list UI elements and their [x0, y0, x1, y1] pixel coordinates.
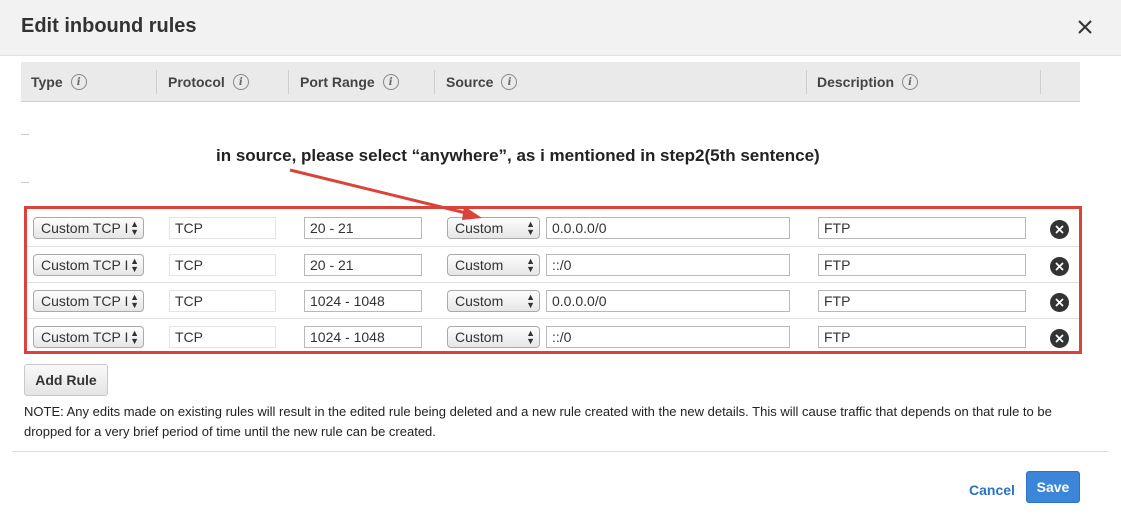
column-header-label: Protocol — [168, 74, 225, 90]
protocol-field: TCP — [169, 254, 276, 276]
column-divider — [806, 70, 807, 94]
source-cidr-input[interactable]: ::/0 — [546, 326, 790, 348]
column-header-description: Description i — [817, 62, 919, 102]
select-arrows-icon: ▲ ▼ — [526, 256, 535, 274]
type-select-value: Custom TCP I — [41, 329, 129, 345]
add-rule-button[interactable]: Add Rule — [24, 364, 108, 396]
column-header-label: Source — [446, 74, 494, 90]
source-cidr-input[interactable]: 0.0.0.0/0 — [546, 217, 790, 239]
type-select[interactable]: Custom TCP I ▲ ▼ — [33, 326, 144, 348]
info-icon[interactable]: i — [382, 74, 399, 90]
select-arrows-icon: ▲ ▼ — [130, 328, 139, 346]
footer-divider — [12, 451, 1109, 452]
source-type-select-value: Custom — [455, 329, 504, 345]
column-divider — [1040, 70, 1041, 94]
select-arrows-icon: ▲ ▼ — [130, 219, 139, 237]
protocol-field: TCP — [169, 290, 276, 312]
port-range-input[interactable]: 20 - 21 — [304, 254, 422, 276]
column-divider — [434, 70, 435, 94]
description-input[interactable]: FTP — [818, 217, 1026, 239]
source-type-select-value: Custom — [455, 293, 504, 309]
remove-rule-icon[interactable] — [1050, 293, 1069, 312]
description-input[interactable]: FTP — [818, 254, 1026, 276]
rules-table-header: Type i Protocol i Port Range i Source i … — [21, 62, 1080, 102]
annotation-text: in source, please select “anywhere”, as … — [216, 146, 820, 165]
rule-row: Custom TCP I ▲ ▼ TCP 20 - 21 Custom ▲ ▼ ::… — [27, 246, 1079, 282]
column-divider — [156, 70, 157, 94]
dialog-title: Edit inbound rules — [21, 15, 197, 37]
info-icon[interactable]: i — [902, 74, 919, 90]
type-select-value: Custom TCP I — [41, 220, 129, 236]
column-header-protocol: Protocol i — [168, 62, 249, 102]
rule-row: Custom TCP I ▲ ▼ TCP 20 - 21 Custom ▲ ▼ 0.… — [27, 210, 1079, 246]
protocol-field: TCP — [169, 326, 276, 348]
port-range-input[interactable]: 1024 - 1048 — [304, 290, 422, 312]
source-type-select[interactable]: Custom ▲ ▼ — [447, 326, 540, 348]
info-icon[interactable]: i — [232, 74, 249, 90]
cancel-button[interactable]: Cancel — [969, 482, 1015, 498]
source-type-select-value: Custom — [455, 257, 504, 273]
select-arrows-icon: ▲ ▼ — [526, 328, 535, 346]
source-type-select[interactable]: Custom ▲ ▼ — [447, 290, 540, 312]
port-range-input[interactable]: 20 - 21 — [304, 217, 422, 239]
column-header-port-range: Port Range i — [300, 62, 399, 102]
column-header-label: Port Range — [300, 74, 375, 90]
divider — [21, 134, 29, 135]
select-arrows-icon: ▲ ▼ — [130, 292, 139, 310]
rule-row: Custom TCP I ▲ ▼ TCP 1024 - 1048 Custom ▲… — [27, 282, 1079, 318]
source-type-select[interactable]: Custom ▲ ▼ — [447, 254, 540, 276]
edit-inbound-rules-dialog: Edit inbound rules Type i Protocol i Por… — [0, 0, 1121, 525]
close-icon[interactable] — [1073, 15, 1097, 39]
select-arrows-icon: ▲ ▼ — [130, 256, 139, 274]
remove-rule-icon[interactable] — [1050, 257, 1069, 276]
source-cidr-input[interactable]: 0.0.0.0/0 — [546, 290, 790, 312]
type-select[interactable]: Custom TCP I ▲ ▼ — [33, 217, 144, 239]
info-icon[interactable]: i — [70, 74, 87, 90]
info-icon[interactable]: i — [501, 74, 518, 90]
save-button[interactable]: Save — [1026, 471, 1080, 503]
description-input[interactable]: FTP — [818, 326, 1026, 348]
rule-row: Custom TCP I ▲ ▼ TCP 1024 - 1048 Custom ▲… — [27, 318, 1079, 354]
dialog-header: Edit inbound rules — [0, 0, 1121, 56]
description-input[interactable]: FTP — [818, 290, 1026, 312]
select-arrows-icon: ▲ ▼ — [526, 219, 535, 237]
remove-rule-icon[interactable] — [1050, 329, 1069, 348]
divider — [21, 182, 29, 183]
type-select[interactable]: Custom TCP I ▲ ▼ — [33, 290, 144, 312]
column-header-type: Type i — [31, 62, 87, 102]
remove-rule-icon[interactable] — [1050, 220, 1069, 239]
source-cidr-input[interactable]: ::/0 — [546, 254, 790, 276]
edit-warning-note: NOTE: Any edits made on existing rules w… — [24, 404, 1052, 439]
column-header-source: Source i — [446, 62, 518, 102]
port-range-input[interactable]: 1024 - 1048 — [304, 326, 422, 348]
column-divider — [288, 70, 289, 94]
source-type-select[interactable]: Custom ▲ ▼ — [447, 217, 540, 239]
source-type-select-value: Custom — [455, 220, 504, 236]
type-select-value: Custom TCP I — [41, 293, 129, 309]
column-header-label: Description — [817, 74, 895, 90]
select-arrows-icon: ▲ ▼ — [526, 292, 535, 310]
type-select[interactable]: Custom TCP I ▲ ▼ — [33, 254, 144, 276]
column-header-label: Type — [31, 74, 63, 90]
type-select-value: Custom TCP I — [41, 257, 129, 273]
protocol-field: TCP — [169, 217, 276, 239]
